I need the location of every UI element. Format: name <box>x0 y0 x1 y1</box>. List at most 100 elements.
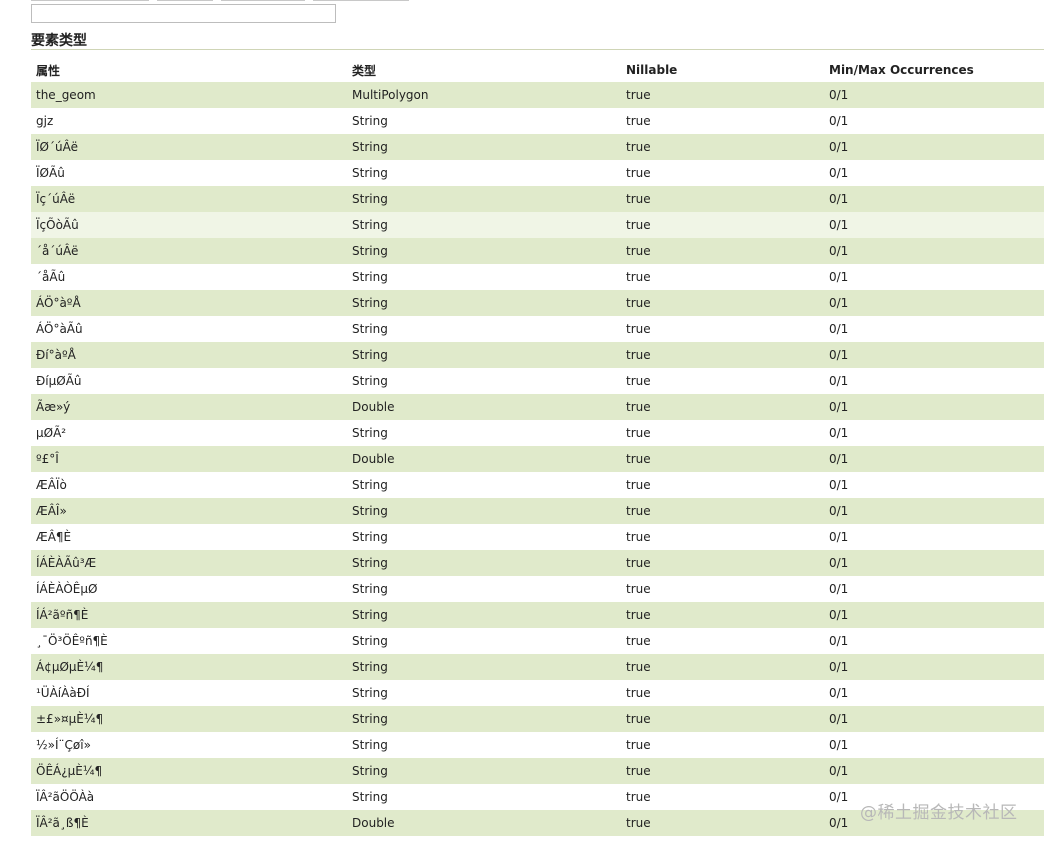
table-row: ÁÖ°àÃû String true 0/1 <box>31 316 1044 342</box>
table-row: Ðí°àºÅ String true 0/1 <box>31 342 1044 368</box>
cell-attribute: ÆÂ¶È <box>36 530 72 544</box>
cell-occurrences: 0/1 <box>829 374 849 388</box>
cell-nillable: true <box>626 270 651 284</box>
cell-attribute: Ãæ»ý <box>36 400 71 414</box>
cell-nillable: true <box>626 400 651 414</box>
cell-type: MultiPolygon <box>352 88 429 102</box>
cell-attribute: ÖÊÁ¿µÈ¼¶ <box>36 764 103 778</box>
cell-type: String <box>352 504 388 518</box>
cell-type: String <box>352 192 388 206</box>
table-row: ÍÁ²ãºñ¶È String true 0/1 <box>31 602 1044 628</box>
cell-nillable: true <box>626 114 651 128</box>
cell-nillable: true <box>626 582 651 596</box>
table-row: ÖÊÁ¿µÈ¼¶ String true 0/1 <box>31 758 1044 784</box>
cell-attribute: Ðí°àºÅ <box>36 348 76 362</box>
cell-type: String <box>352 738 388 752</box>
cell-occurrences: 0/1 <box>829 790 849 804</box>
cell-occurrences: 0/1 <box>829 556 849 570</box>
cell-occurrences: 0/1 <box>829 88 849 102</box>
cell-nillable: true <box>626 764 651 778</box>
cell-type: String <box>352 790 388 804</box>
table-row: ´åÃû String true 0/1 <box>31 264 1044 290</box>
cell-nillable: true <box>626 816 651 830</box>
table-row: ÍÁÈÀÒÊµØ String true 0/1 <box>31 576 1044 602</box>
header-type: 类型 <box>352 63 377 78</box>
cell-occurrences: 0/1 <box>829 634 849 648</box>
cell-attribute: ¸¯Ö³ÖÊºñ¶È <box>36 634 108 648</box>
cell-attribute: µØÃ² <box>36 426 67 440</box>
cell-attribute: ÁÖ°àºÅ <box>36 296 81 310</box>
header-attribute: 属性 <box>36 63 61 78</box>
table-body: the_geom MultiPolygon true 0/1 gjz String true… <box>31 82 1044 836</box>
cell-type: String <box>352 296 388 310</box>
cell-nillable: true <box>626 192 651 206</box>
cell-attribute: Ïç´úÂë <box>36 192 76 206</box>
cell-attribute: ÆÂÏò <box>36 478 67 492</box>
table-row: ÏØ´úÂë String true 0/1 <box>31 134 1044 160</box>
cell-occurrences: 0/1 <box>829 738 849 752</box>
cell-nillable: true <box>626 88 651 102</box>
cell-type: String <box>352 608 388 622</box>
table-row: µØÃ² String true 0/1 <box>31 420 1044 446</box>
cell-type: String <box>352 556 388 570</box>
feature-type-page: 要素类型 属性 类型 Nillable Min/Max Occurrences … <box>0 0 1044 843</box>
cell-attribute: ÏçÕòÃû <box>36 218 79 232</box>
cell-attribute: ´åÃû <box>36 270 66 284</box>
cell-nillable: true <box>626 218 651 232</box>
cell-occurrences: 0/1 <box>829 686 849 700</box>
table-row: º£°Î Double true 0/1 <box>31 446 1044 472</box>
cell-nillable: true <box>626 244 651 258</box>
cell-type: String <box>352 634 388 648</box>
cell-attribute: ÍÁ²ãºñ¶È <box>36 608 89 622</box>
cell-attribute: gjz <box>36 114 54 128</box>
table-row: ¹ÜÀíÀàÐÍ String true 0/1 <box>31 680 1044 706</box>
cell-attribute: ¹ÜÀíÀàÐÍ <box>36 686 90 700</box>
cell-type: String <box>352 374 388 388</box>
cell-occurrences: 0/1 <box>829 218 849 232</box>
cell-nillable: true <box>626 660 651 674</box>
cell-type: String <box>352 244 388 258</box>
cell-type: String <box>352 660 388 674</box>
cell-nillable: true <box>626 504 651 518</box>
cell-type: String <box>352 426 388 440</box>
cell-nillable: true <box>626 348 651 362</box>
cell-nillable: true <box>626 478 651 492</box>
cell-nillable: true <box>626 140 651 154</box>
cell-type: Double <box>352 400 395 414</box>
cell-attribute: ÏØ´úÂë <box>36 140 78 154</box>
cell-attribute: ´å´úÂë <box>36 244 79 258</box>
cell-attribute: ÏÂ²ãÖÖÀà <box>36 790 95 804</box>
table-row: ÁÖ°àºÅ String true 0/1 <box>31 290 1044 316</box>
cell-type: String <box>352 114 388 128</box>
cell-occurrences: 0/1 <box>829 530 849 544</box>
cell-occurrences: 0/1 <box>829 296 849 310</box>
cell-nillable: true <box>626 556 651 570</box>
table-row: ÏØÃû String true 0/1 <box>31 160 1044 186</box>
table-row: ÆÂ¶È String true 0/1 <box>31 524 1044 550</box>
table-row: ÏÂ²ãÖÖÀà String true 0/1 <box>31 784 1044 810</box>
cell-occurrences: 0/1 <box>829 764 849 778</box>
cell-occurrences: 0/1 <box>829 816 849 830</box>
cell-occurrences: 0/1 <box>829 582 849 596</box>
table-row: ¸¯Ö³ÖÊºñ¶È String true 0/1 <box>31 628 1044 654</box>
cell-occurrences: 0/1 <box>829 400 849 414</box>
cell-occurrences: 0/1 <box>829 660 849 674</box>
table-row: Á¢µØµÈ¼¶ String true 0/1 <box>31 654 1044 680</box>
cell-type: String <box>352 530 388 544</box>
cell-attribute: ÐíµØÃû <box>36 374 82 388</box>
cell-attribute: º£°Î <box>36 452 59 466</box>
cell-type: Double <box>352 452 395 466</box>
table-row: ÆÂÎ» String true 0/1 <box>31 498 1044 524</box>
cell-occurrences: 0/1 <box>829 166 849 180</box>
cell-occurrences: 0/1 <box>829 452 849 466</box>
table-row: ÐíµØÃû String true 0/1 <box>31 368 1044 394</box>
cell-type: String <box>352 270 388 284</box>
text-input[interactable] <box>31 4 336 23</box>
cell-type: String <box>352 322 388 336</box>
cell-attribute: ÍÁÈÀÃû³Æ <box>36 556 97 570</box>
table-row: ÏÂ²ã¸ß¶È Double true 0/1 <box>31 810 1044 836</box>
cell-attribute: ÏÂ²ã¸ß¶È <box>36 816 89 830</box>
cell-nillable: true <box>626 374 651 388</box>
cell-nillable: true <box>626 452 651 466</box>
table-row: Ïç´úÂë String true 0/1 <box>31 186 1044 212</box>
